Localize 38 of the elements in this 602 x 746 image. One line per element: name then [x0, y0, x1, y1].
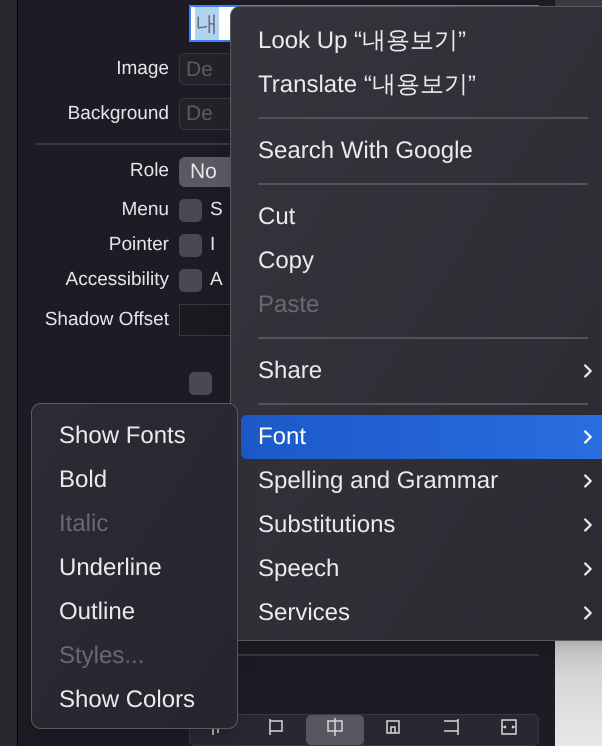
alignment-icon [499, 716, 519, 737]
menu-item[interactable]: Underline [32, 546, 237, 590]
menu-item[interactable]: Translate “내용보기” [241, 63, 602, 107]
placeholder-text: De [186, 101, 213, 128]
field-label: Image [115, 57, 170, 82]
menu-item[interactable]: Substitutions [241, 503, 602, 547]
menu-item[interactable]: Cut [241, 195, 602, 239]
field-label: Background [66, 102, 170, 126]
field-label: Role [128, 159, 170, 184]
menu-item[interactable]: Speech [241, 547, 602, 591]
alignment-icon [441, 716, 461, 737]
field-text: 내 [195, 7, 219, 40]
checkbox-label: S [210, 198, 223, 222]
menu-item[interactable]: Show Colors [32, 678, 237, 722]
menu-item[interactable]: Outline [32, 590, 237, 634]
menu-item[interactable]: Bold [32, 458, 237, 502]
field-label: Shadow Offset [44, 308, 170, 332]
checkbox[interactable] [189, 372, 212, 396]
checkbox[interactable] [179, 268, 202, 292]
checkbox[interactable] [179, 234, 202, 257]
menu-item[interactable]: Font [241, 415, 602, 459]
checkbox[interactable] [179, 198, 202, 222]
menu-item[interactable]: Share [241, 349, 602, 393]
menu-item[interactable]: Spelling and Grammar [241, 459, 602, 503]
field-label: Accessibility [64, 268, 170, 292]
menu-item[interactable]: Services [241, 591, 602, 635]
menu-item[interactable]: Show Fonts [32, 414, 237, 458]
menu-item[interactable]: Copy [241, 239, 602, 283]
alignment-control[interactable] [189, 714, 539, 746]
alignment-icon [325, 716, 345, 737]
checkbox-label: I [210, 233, 216, 258]
field-label: Pointer [108, 233, 170, 258]
menu-item[interactable]: Look Up “내용보기” [241, 19, 602, 63]
checkbox-label: A [210, 268, 223, 292]
field-label: Menu [120, 198, 170, 222]
placeholder-text: De [186, 56, 213, 83]
alignment-segment[interactable] [306, 714, 364, 745]
menu-item[interactable]: Search With Google [241, 129, 602, 173]
